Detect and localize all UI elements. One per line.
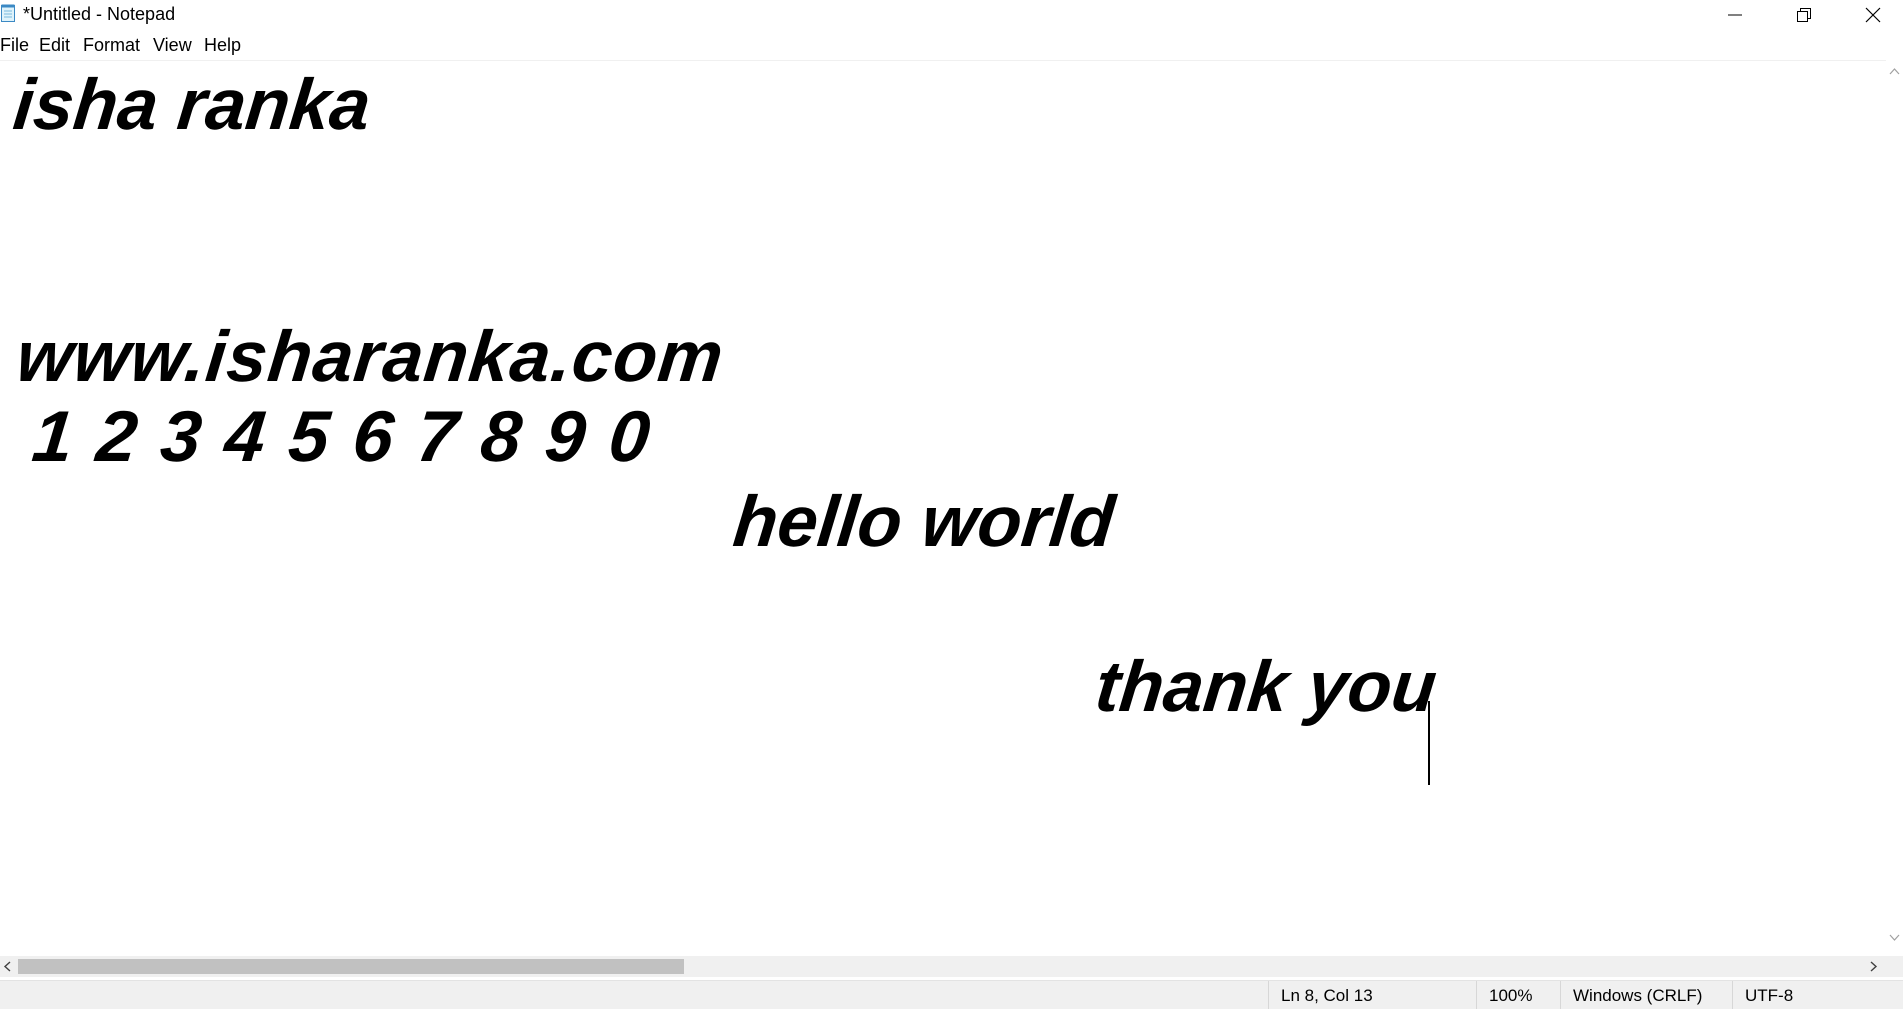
status-encoding: UTF-8	[1732, 981, 1903, 1009]
editor-line: isha ranka	[9, 65, 375, 145]
close-icon	[1865, 7, 1881, 23]
close-button[interactable]	[1838, 0, 1903, 30]
scroll-up-icon[interactable]	[1889, 66, 1900, 77]
menu-edit[interactable]: Edit	[39, 35, 70, 56]
scroll-down-icon[interactable]	[1889, 932, 1900, 943]
notepad-app-icon	[1, 4, 15, 22]
horizontal-scroll-thumb[interactable]	[18, 959, 684, 974]
text-caret	[1428, 701, 1430, 785]
restore-icon	[1797, 8, 1811, 22]
minimize-button[interactable]	[1700, 0, 1770, 30]
scroll-right-icon[interactable]	[1868, 961, 1879, 972]
minimize-icon	[1728, 14, 1742, 16]
menu-bar: File Edit Format View Help	[0, 31, 1903, 59]
status-bar: Ln 8, Col 13 100% Windows (CRLF) UTF-8	[0, 980, 1903, 1009]
editor-line: hello world	[729, 482, 1119, 562]
editor-line: 1 2 3 4 5 6 7 8 9 0	[28, 397, 654, 477]
restore-button[interactable]	[1769, 0, 1839, 30]
scrollbar-corner	[1886, 956, 1903, 977]
menu-help[interactable]: Help	[204, 35, 241, 56]
editor-line: www.isharanka.com	[12, 317, 728, 397]
menu-file[interactable]: File	[0, 35, 29, 56]
window-title: *Untitled - Notepad	[23, 4, 176, 24]
menu-view[interactable]: View	[153, 35, 192, 56]
status-position: Ln 8, Col 13	[1268, 981, 1476, 1009]
text-editor[interactable]: isha ranka www.isharanka.com 1 2 3 4 5 6…	[0, 60, 1886, 957]
vertical-scrollbar[interactable]	[1886, 60, 1903, 956]
editor-line: thank you	[1091, 647, 1441, 727]
title-bar: *Untitled - Notepad	[0, 0, 1903, 31]
horizontal-scrollbar[interactable]	[0, 956, 1886, 977]
status-zoom: 100%	[1476, 981, 1560, 1009]
menu-format[interactable]: Format	[83, 35, 140, 56]
scroll-left-icon[interactable]	[2, 961, 13, 972]
status-line-ending: Windows (CRLF)	[1560, 981, 1732, 1009]
